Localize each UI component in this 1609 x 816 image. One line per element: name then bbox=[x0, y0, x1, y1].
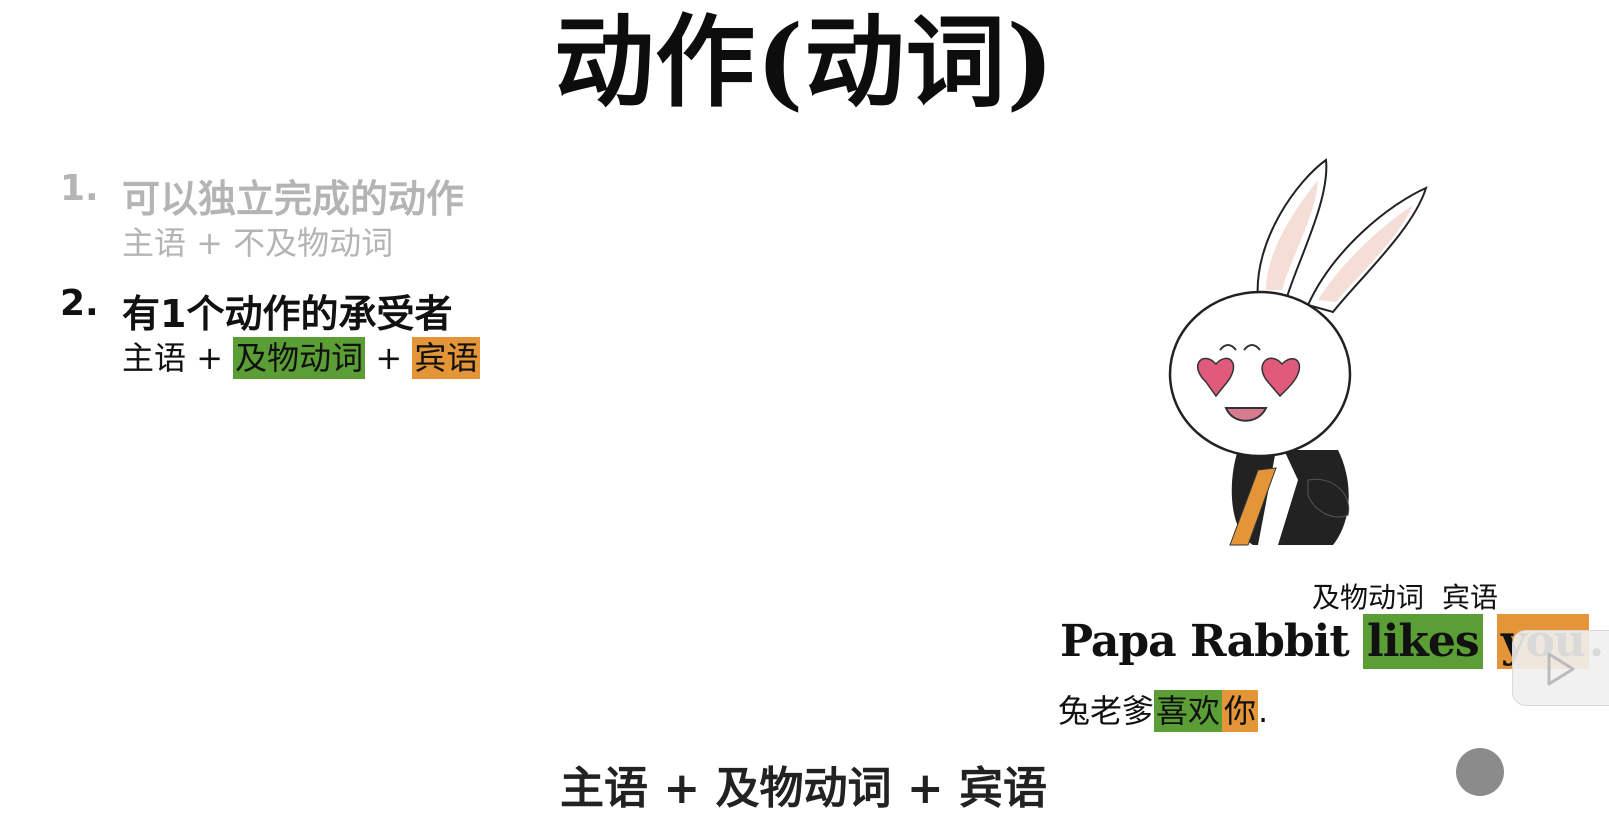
translation-period: . bbox=[1258, 692, 1269, 730]
item-formula: 主语 + 及物动词 + 宾语 bbox=[122, 333, 481, 379]
partially-visible-text: 主语 + 及物动词 + 宾语 bbox=[560, 763, 1048, 814]
page-title: 动作(动词) bbox=[554, 3, 1055, 121]
translation-subject: 兔老爹 bbox=[1058, 692, 1155, 730]
formula-transitive-verb: 及物动词 bbox=[233, 337, 366, 379]
translation-verb: 喜欢 bbox=[1154, 690, 1223, 732]
play-button[interactable] bbox=[1512, 630, 1609, 706]
sentence-space bbox=[1483, 616, 1497, 667]
sentence-verb: likes bbox=[1362, 614, 1483, 669]
rabbit-mascot-illustration bbox=[1168, 158, 1428, 546]
item-heading: 可以独立完成的动作 bbox=[122, 177, 465, 221]
formula-subject: 主语 bbox=[122, 339, 187, 377]
formula-plus: + bbox=[186, 339, 234, 377]
item-heading: 有1个动作的承受者 bbox=[122, 292, 453, 336]
formula-object: 宾语 bbox=[412, 337, 481, 379]
item-number: 1. bbox=[60, 168, 99, 209]
object-label: 宾语 bbox=[1442, 581, 1499, 614]
play-icon bbox=[1547, 652, 1575, 686]
example-translation: 兔老爹喜欢 你. bbox=[1058, 686, 1268, 732]
translation-object: 你 bbox=[1222, 690, 1259, 732]
transitive-verb-label: 及物动词 bbox=[1312, 581, 1425, 614]
formula-plus: + bbox=[365, 339, 413, 377]
item-formula: 主语 + 不及物动词 bbox=[122, 224, 394, 262]
circle-icon[interactable] bbox=[1456, 748, 1504, 796]
sentence-subject: Papa Rabbit bbox=[1060, 616, 1363, 667]
item-number: 2. bbox=[60, 283, 99, 324]
role-labels: 及物动词 宾语 bbox=[1312, 576, 1498, 616]
